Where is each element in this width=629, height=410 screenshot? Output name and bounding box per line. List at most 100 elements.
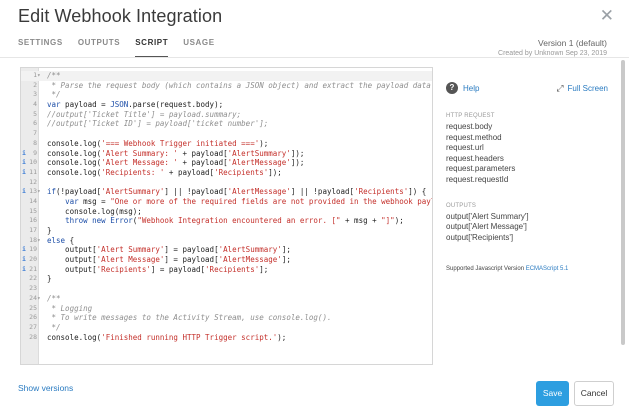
code-line[interactable]: 18 ▾ else { [21, 236, 432, 246]
code-line[interactable]: 6 //output['Ticket ID'] = payload['ticket… [21, 119, 432, 129]
code-line[interactable]: i 10 console.log('Alert Message: ' + paylo… [21, 158, 432, 168]
code-text[interactable]: console.log(msg); [47, 207, 142, 217]
show-versions-link[interactable]: Show versions [18, 383, 73, 393]
version-created: Created by Unknown Sep 23, 2019 [498, 50, 607, 57]
help-link[interactable]: ? Help [446, 82, 479, 94]
code-line[interactable]: 5 //output['Ticket Title'] = payload.summ… [21, 110, 432, 120]
code-text[interactable]: output['Alert Summary'] = payload['Alert… [47, 245, 291, 255]
code-text[interactable]: /** [47, 294, 61, 304]
code-text[interactable]: throw new Error("Webhook Integration enc… [47, 216, 404, 226]
request-variable[interactable]: request.parameters [446, 164, 616, 175]
editor-code[interactable]: 1 ▾/** 2 * Parse the request body (which c… [21, 71, 432, 342]
line-number: 4 [33, 100, 37, 109]
tab-script[interactable]: SCRIPT [135, 38, 169, 58]
code-line[interactable]: i 11 console.log('Recipients: ' + payload[… [21, 168, 432, 178]
close-icon[interactable]: ✕ [600, 7, 614, 24]
code-text[interactable]: //output['Ticket ID'] = payload['ticket … [47, 119, 268, 129]
line-number: 9 [33, 148, 37, 157]
expand-icon: ⤢ [556, 82, 564, 93]
code-line[interactable]: 14 var msg = "One or more of the require… [21, 197, 432, 207]
request-variable[interactable]: request.url [446, 143, 616, 154]
request-variable[interactable]: request.headers [446, 154, 616, 165]
code-line[interactable]: 16 throw new Error("Webhook Integration … [21, 216, 432, 226]
ecmascript-link[interactable]: ECMAScript 5.1 [526, 266, 569, 272]
code-line[interactable]: 1 ▾ /** [21, 71, 432, 81]
line-number: 5 [33, 109, 37, 118]
line-number: 12 [29, 177, 37, 186]
code-line[interactable]: 28 console.log('Finished running HTTP Tri… [21, 333, 432, 343]
code-line[interactable]: i 13 ▾ if(!payload['AlertSummary'] || !payl… [21, 187, 432, 197]
tab-settings[interactable]: SETTINGS [18, 38, 63, 58]
fold-toggle-icon[interactable]: ▾ [37, 187, 41, 197]
code-line[interactable]: 3 */ [21, 90, 432, 100]
code-text[interactable]: */ [47, 90, 61, 100]
code-text[interactable]: console.log('Finished running HTTP Trigg… [47, 333, 286, 343]
help-label: Help [463, 83, 480, 93]
code-editor[interactable]: 1 ▾/** 2 * Parse the request body (which c… [20, 67, 433, 365]
request-variable[interactable]: request.requestId [446, 175, 616, 186]
script-sidebar: ? Help ⤢ Full Screen HTTP REQUEST reques… [446, 80, 616, 272]
code-line[interactable]: 4 var payload = JSON.parse(request.body); [21, 100, 432, 110]
code-text[interactable]: } [47, 274, 52, 284]
code-text[interactable]: * Parse the request body (which contains… [47, 81, 433, 91]
output-variable[interactable]: output['Alert Summary'] [446, 212, 616, 223]
request-variable[interactable]: request.method [446, 133, 616, 144]
line-number: 26 [29, 313, 37, 322]
output-variable[interactable]: output['Recipients'] [446, 233, 616, 244]
request-variable[interactable]: request.body [446, 122, 616, 133]
code-text[interactable]: else { [47, 236, 74, 246]
code-text[interactable]: //output['Ticket Title'] = payload.summa… [47, 110, 241, 120]
code-text[interactable]: /** [47, 71, 61, 81]
save-button[interactable]: Save [536, 381, 569, 406]
code-line[interactable]: 23 [21, 284, 432, 294]
code-line[interactable]: 25 * Logging [21, 304, 432, 314]
code-line[interactable]: 12 [21, 178, 432, 188]
code-text[interactable]: var msg = "One or more of the required f… [47, 197, 432, 207]
tab-outputs[interactable]: OUTPUTS [78, 38, 120, 58]
code-line[interactable]: i 20 output['Alert Message'] = payload['A… [21, 255, 432, 265]
code-text[interactable]: * To write messages to the Activity Stre… [47, 313, 332, 323]
sidebar-actions: ? Help ⤢ Full Screen [446, 80, 616, 96]
code-text[interactable]: * Logging [47, 304, 93, 314]
fold-toggle-icon[interactable]: ▾ [37, 71, 41, 81]
code-text[interactable]: console.log('=== Webhook Trigger initiat… [47, 139, 268, 149]
line-number: 10 [29, 158, 37, 167]
line-number: 8 [33, 138, 37, 147]
code-text[interactable]: console.log('Recipients: ' + payload['Re… [47, 168, 282, 178]
line-number: 20 [29, 255, 37, 264]
code-text[interactable]: if(!payload['AlertSummary'] || !payload[… [47, 187, 426, 197]
code-line[interactable]: 8 console.log('=== Webhook Trigger initia… [21, 139, 432, 149]
modal-scrollbar[interactable] [621, 60, 625, 345]
line-number: 25 [29, 303, 37, 312]
output-variable[interactable]: output['Alert Message'] [446, 222, 616, 233]
code-line[interactable]: i 19 output['Alert Summary'] = payload['A… [21, 245, 432, 255]
code-text[interactable]: */ [47, 323, 61, 333]
code-line[interactable]: 27 */ [21, 323, 432, 333]
code-text[interactable]: var payload = JSON.parse(request.body); [47, 100, 223, 110]
code-text[interactable]: output['Alert Message'] = payload['Alert… [47, 255, 291, 265]
code-line[interactable]: 17} [21, 226, 432, 236]
code-line[interactable]: i 9 console.log('Alert Summary: ' + payloa… [21, 149, 432, 159]
tab-usage[interactable]: USAGE [183, 38, 214, 58]
line-number: 1 [33, 71, 37, 79]
code-line[interactable]: 2 * Parse the request body (which contai… [21, 81, 432, 91]
code-line[interactable]: 15 console.log(msg); [21, 207, 432, 217]
code-text[interactable]: console.log('Alert Summary: ' + payload[… [47, 149, 304, 159]
line-number: 14 [29, 196, 37, 205]
fold-toggle-icon[interactable]: ▾ [37, 294, 41, 304]
code-line[interactable]: 7 [21, 129, 432, 139]
line-number: 23 [29, 284, 37, 293]
fullscreen-link[interactable]: ⤢ Full Screen [556, 83, 608, 94]
cancel-button[interactable]: Cancel [574, 381, 614, 406]
code-line[interactable]: 24 ▾ /** [21, 294, 432, 304]
code-line[interactable]: i 21 output['Recipients'] = payload['Reci… [21, 265, 432, 275]
line-number: 24 [29, 293, 37, 302]
fold-toggle-icon[interactable]: ▾ [37, 236, 41, 246]
version-info: Version 1 (default) Created by Unknown S… [498, 38, 607, 57]
code-text[interactable]: } [47, 226, 52, 236]
line-number: 18 [29, 235, 37, 244]
code-line[interactable]: 26 * To write messages to the Activity S… [21, 313, 432, 323]
code-text[interactable]: console.log('Alert Message: ' + payload[… [47, 158, 304, 168]
code-text[interactable]: output['Recipients'] = payload['Recipien… [47, 265, 268, 275]
code-line[interactable]: 22} [21, 274, 432, 284]
